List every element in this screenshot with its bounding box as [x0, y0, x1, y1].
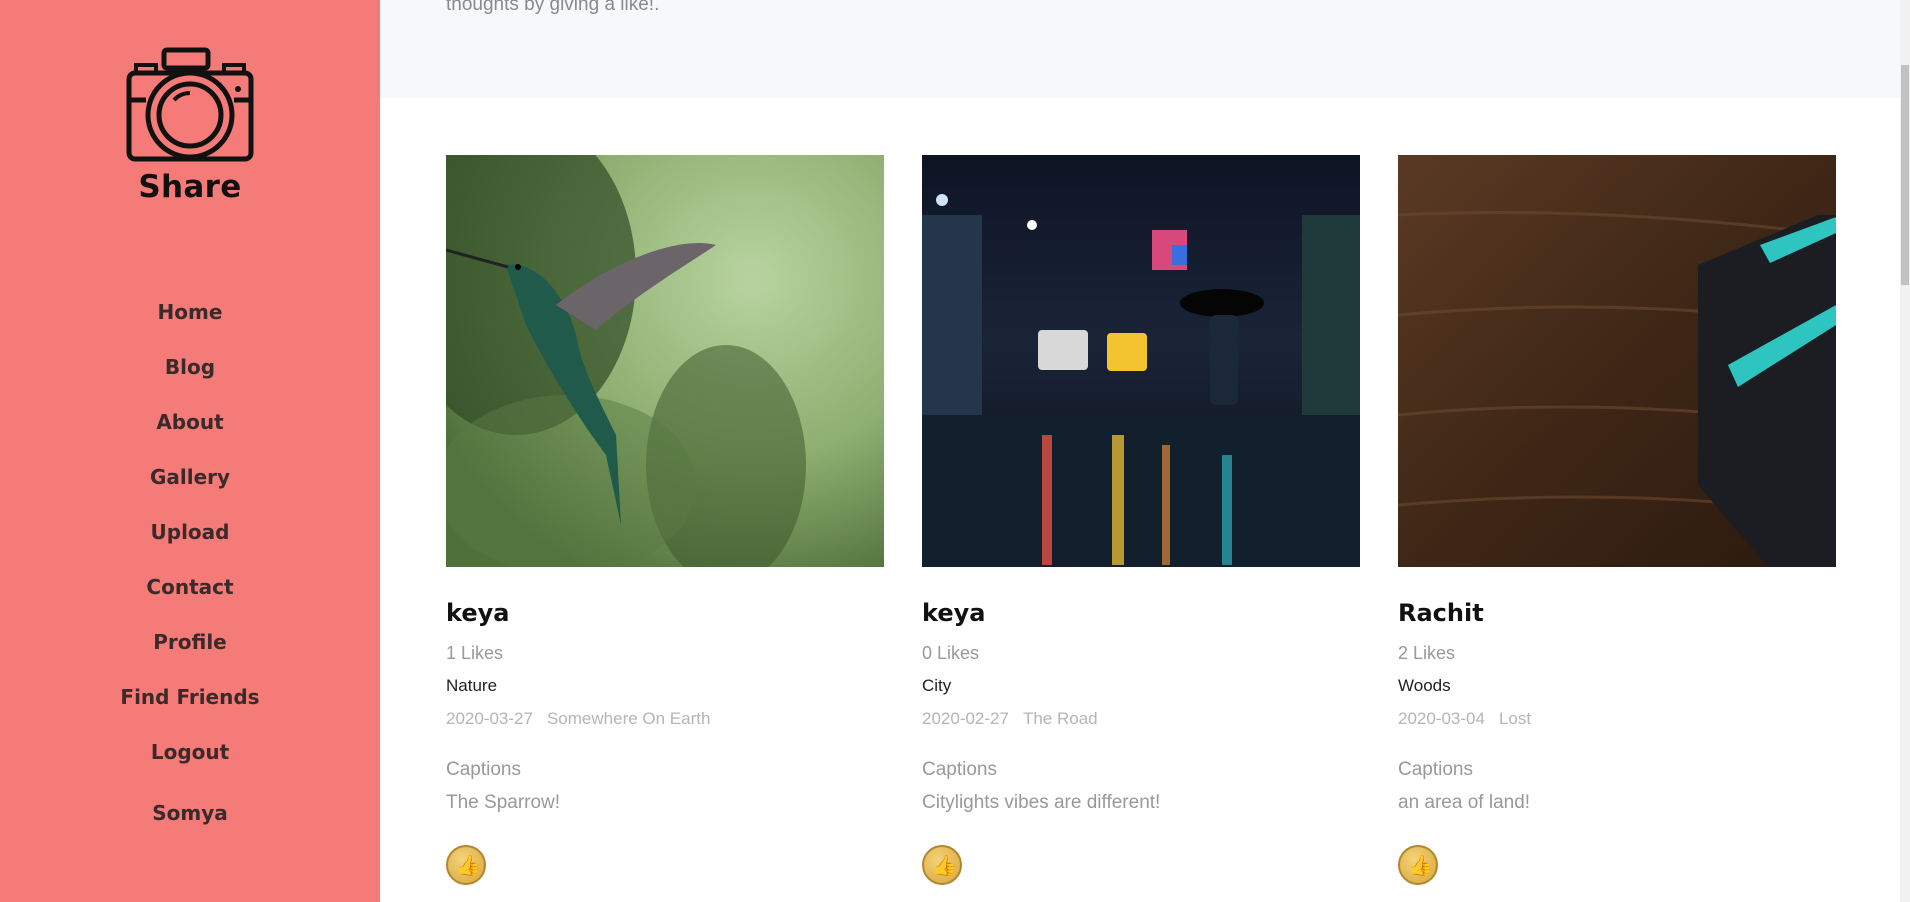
- captions-label: Captions: [1398, 759, 1473, 780]
- post-card: keya 1 Likes Nature 2020-03-27 Somewhere …: [446, 155, 884, 885]
- post-meta: 2020-03-04 Lost: [1398, 709, 1836, 730]
- post-location: The Road: [1022, 709, 1098, 728]
- logo[interactable]: Share: [0, 45, 380, 205]
- post-likes: 0 Likes: [922, 643, 980, 663]
- post-card: keya 0 Likes City 2020-02-27 The Road Cap…: [922, 155, 1360, 885]
- thumbs-up-icon: 👍: [456, 855, 481, 877]
- sidebar: Share Home Blog About Gallery Upload Con…: [0, 0, 380, 902]
- captions-label: Captions: [446, 759, 521, 780]
- captions-label: Captions: [922, 759, 997, 780]
- main-content: thoughts by giving a like!. keya 1 Likes…: [380, 0, 1900, 902]
- nav-find-friends[interactable]: Find Friends: [0, 677, 380, 732]
- post-image-woods[interactable]: [1398, 155, 1836, 567]
- thumbs-up-icon: 👍: [932, 855, 957, 877]
- post-likes: 2 Likes: [1398, 643, 1456, 663]
- brand-name: Share: [138, 169, 242, 205]
- nav-profile[interactable]: Profile: [0, 622, 380, 677]
- scrollbar-thumb[interactable]: [1901, 65, 1909, 285]
- gift-box-on-wood-photo: [1398, 155, 1836, 567]
- nav-blog[interactable]: Blog: [0, 347, 380, 402]
- nav-gallery[interactable]: Gallery: [0, 457, 380, 512]
- post-author[interactable]: keya: [922, 599, 1360, 629]
- post-category: Nature: [446, 676, 498, 695]
- post-card: Rachit 2 Likes Woods 2020-03-04 Lost Capt…: [1398, 155, 1836, 885]
- nav-upload[interactable]: Upload: [0, 512, 380, 567]
- intro-text: thoughts by giving a like!.: [446, 0, 660, 15]
- post-caption: an area of land!: [1398, 792, 1531, 813]
- post-location: Lost: [1498, 709, 1532, 728]
- hummingbird-photo: [446, 155, 884, 567]
- nav-about[interactable]: About: [0, 402, 380, 457]
- post-date: 2020-03-04: [1398, 709, 1485, 728]
- nav-home[interactable]: Home: [0, 292, 380, 347]
- post-likes: 1 Likes: [446, 643, 504, 663]
- like-button[interactable]: 👍: [922, 845, 962, 885]
- page-scrollbar[interactable]: [1900, 0, 1910, 902]
- post-category: Woods: [1398, 676, 1451, 695]
- post-date: 2020-03-27: [446, 709, 533, 728]
- nav-contact[interactable]: Contact: [0, 567, 380, 622]
- like-button[interactable]: 👍: [446, 845, 486, 885]
- camera-icon: [126, 47, 254, 162]
- thumbs-up-icon: 👍: [1408, 855, 1433, 877]
- post-author[interactable]: keya: [446, 599, 884, 629]
- post-image-city[interactable]: [922, 155, 1360, 567]
- post-location: Somewhere On Earth: [546, 709, 711, 728]
- post-meta: 2020-03-27 Somewhere On Earth: [446, 709, 884, 730]
- main-nav: Home Blog About Gallery Upload Contact P…: [0, 292, 380, 848]
- post-meta: 2020-02-27 The Road: [922, 709, 1360, 730]
- like-button[interactable]: 👍: [1398, 845, 1438, 885]
- post-caption: Citylights vibes are different!: [922, 792, 1161, 813]
- nav-user-profile[interactable]: Somya: [0, 793, 380, 848]
- nav-logout[interactable]: Logout: [0, 732, 380, 787]
- post-category: City: [922, 676, 952, 695]
- post-image-hummingbird[interactable]: [446, 155, 884, 567]
- post-author[interactable]: Rachit: [1398, 599, 1836, 629]
- intro-banner: thoughts by giving a like!.: [380, 0, 1900, 98]
- rainy-city-street-photo: [922, 155, 1360, 567]
- post-caption: The Sparrow!: [446, 792, 561, 813]
- post-date: 2020-02-27: [922, 709, 1009, 728]
